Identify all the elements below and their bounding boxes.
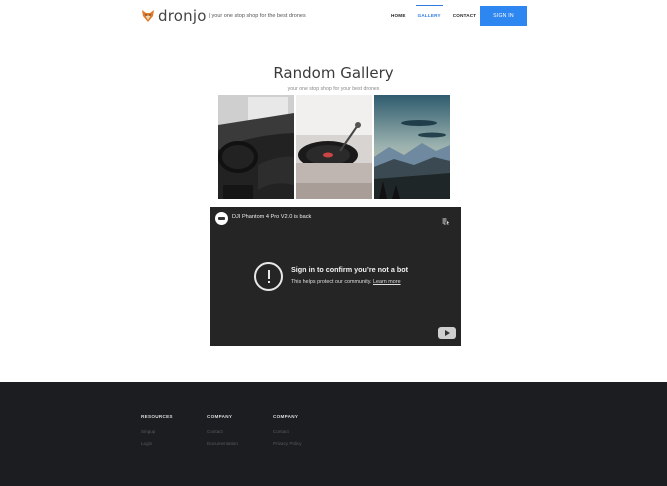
footer-link-contact[interactable]: Contact <box>207 429 238 434</box>
footer-heading: COMPANY <box>273 414 299 419</box>
video-embed[interactable]: DJI Phantom 4 Pro V2.0 is back 1/1 Sign … <box>210 207 461 346</box>
channel-logo-icon[interactable] <box>215 212 228 225</box>
photo-grid <box>218 95 450 199</box>
page: dronjo | your one stop shop for the best… <box>0 0 667 486</box>
fox-logo-icon <box>141 9 155 23</box>
footer-link-privacy-policy[interactable]: Privacy Policy <box>273 441 302 446</box>
footer-heading: RESOURCES <box>141 414 173 419</box>
footer-column-company-2: COMPANY Contact Privacy Policy <box>273 414 302 453</box>
footer-link-signup[interactable]: Singup <box>141 429 173 434</box>
footer-column-resources: RESOURCES Singup Login <box>141 414 173 453</box>
site-footer: RESOURCES Singup Login COMPANY Contact D… <box>0 382 667 486</box>
footer-link-contact[interactable]: Contact <box>273 429 302 434</box>
footer-column-company: COMPANY Contact Documentation <box>207 414 238 453</box>
sign-in-button[interactable]: SIGN IN <box>480 6 527 26</box>
learn-more-link[interactable]: Learn more <box>373 279 401 285</box>
watch-later-icon[interactable] <box>442 212 449 224</box>
playlist-count: 1/1 <box>443 221 449 226</box>
bot-check-text: This helps protect our community. <box>291 279 372 285</box>
car-interior-photo[interactable] <box>218 95 294 199</box>
nav-contact[interactable]: CONTACT <box>447 0 483 26</box>
youtube-icon[interactable] <box>438 327 456 339</box>
footer-link-login[interactable]: Login <box>141 441 173 446</box>
gallery-title: Random Gallery <box>273 64 394 82</box>
site-header: dronjo | your one stop shop for the best… <box>0 0 667 32</box>
logo[interactable]: dronjo | your one stop shop for the best… <box>141 8 306 24</box>
nav-home[interactable]: HOME <box>385 0 412 26</box>
footer-heading: COMPANY <box>207 414 233 419</box>
mountain-landscape-photo[interactable] <box>374 95 450 199</box>
gallery-subtitle: your one stop shop for your best drones <box>287 86 380 92</box>
main-nav: HOME GALLERY CONTACT <box>385 0 482 26</box>
nav-gallery[interactable]: GALLERY <box>412 0 447 26</box>
logo-name: dronjo <box>158 7 207 25</box>
record-player-photo[interactable] <box>296 95 372 199</box>
warning-icon <box>254 262 283 291</box>
video-title[interactable]: DJI Phantom 4 Pro V2.0 is back <box>232 214 311 220</box>
bot-check-message: This helps protect our community. Learn … <box>291 279 401 285</box>
logo-tagline: | your one stop shop for the best drones <box>208 13 306 19</box>
bot-check-heading: Sign in to confirm you’re not a bot <box>291 265 408 274</box>
footer-link-documentation[interactable]: Documentation <box>207 441 238 446</box>
